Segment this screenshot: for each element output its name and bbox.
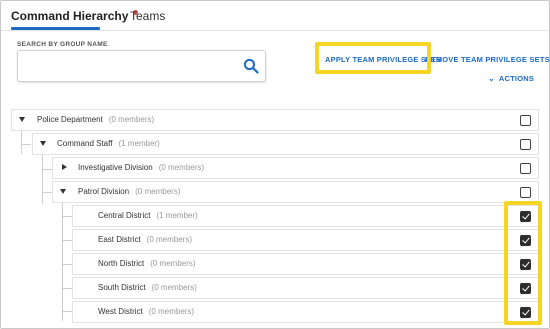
search-label: SEARCH BY GROUP NAME <box>17 41 108 48</box>
tree-row-south-district[interactable]: South District (0 members) <box>72 277 539 299</box>
caret-down-icon[interactable] <box>19 117 25 122</box>
tree-connector <box>62 264 72 265</box>
tree-connector <box>62 240 72 241</box>
caret-down-icon[interactable] <box>60 189 66 194</box>
tree-row-label: East District (0 members) <box>98 235 193 244</box>
apply-button-highlight <box>315 42 431 74</box>
tree-row-label: North District (0 members) <box>98 259 196 268</box>
tree-row-central-district[interactable]: Central District (1 member) <box>72 205 539 227</box>
tree-connector <box>42 169 52 170</box>
tree-row-patrol-division[interactable]: Patrol Division (0 members) <box>52 181 539 203</box>
actions-menu-label: ACTIONS <box>498 74 535 83</box>
row-checkbox[interactable] <box>520 163 531 174</box>
active-tab-indicator <box>11 27 100 30</box>
actions-menu-button[interactable]: ⌄ ACTIONS <box>488 74 534 83</box>
tree-row-label: Command Staff (1 member) <box>57 139 160 148</box>
remove-team-privilege-sets-button[interactable]: REMOVE TEAM PRIVILEGE SETS <box>425 55 550 64</box>
tree-row-label: Investigative Division (0 members) <box>78 163 205 172</box>
tree-row-north-district[interactable]: North District (0 members) <box>72 253 539 275</box>
tree-connector <box>62 288 72 289</box>
tree-row-label: Central District (1 member) <box>98 211 198 220</box>
row-checkbox[interactable] <box>520 115 531 126</box>
tab-command-hierarchy[interactable]: Command Hierarchy <box>11 9 139 23</box>
tree-connector <box>42 192 52 193</box>
tree-row-police-department[interactable]: Police Department (0 members) <box>11 109 539 131</box>
checkbox-column-highlight <box>504 201 542 325</box>
tree-connector <box>42 154 43 204</box>
tree-row-command-staff[interactable]: Command Staff (1 member) <box>32 133 539 155</box>
chevron-down-icon: ⌄ <box>488 74 495 83</box>
caret-down-icon[interactable] <box>40 141 46 146</box>
tab-bar: Command Hierarchy Teams <box>1 1 549 31</box>
tree-row-label: South District (0 members) <box>98 283 197 292</box>
tree-row-label: West District (0 members) <box>98 307 195 316</box>
tree-row-east-district[interactable]: East District (0 members) <box>72 229 539 251</box>
tab-teams-label: Teams <box>130 9 166 23</box>
row-checkbox[interactable] <box>520 139 531 150</box>
tree-connector <box>62 311 72 312</box>
caret-right-icon[interactable] <box>62 164 67 170</box>
tree-row-west-district[interactable]: West District (0 members) <box>72 301 539 323</box>
tree-row-label: Patrol Division (0 members) <box>78 187 181 196</box>
search-box <box>17 50 266 82</box>
row-checkbox[interactable] <box>520 187 531 198</box>
tree-connector <box>62 216 72 217</box>
tree-connector <box>62 203 63 321</box>
tree-row-label: Police Department (0 members) <box>37 115 155 124</box>
window-frame: Command Hierarchy Teams SEARCH BY GROUP … <box>0 0 550 329</box>
tab-command-hierarchy-label: Command Hierarchy <box>11 9 129 23</box>
tab-teams[interactable]: Teams <box>130 9 165 23</box>
tree-row-investigative-division[interactable]: Investigative Division (0 members) <box>52 157 539 179</box>
search-input[interactable] <box>24 56 224 76</box>
search-icon[interactable] <box>243 58 259 74</box>
tree-connector <box>21 144 31 145</box>
tree-connector <box>21 130 22 154</box>
